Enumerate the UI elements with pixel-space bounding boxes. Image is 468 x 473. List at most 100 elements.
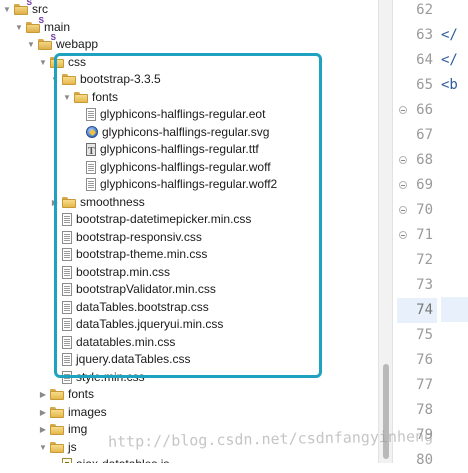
tree-item[interactable]: glyphicons-halflings-regular.eot [74, 106, 265, 123]
chevron-right-icon[interactable]: ▶ [38, 421, 48, 438]
line-number: 71 [397, 223, 437, 248]
folder-icon [50, 406, 64, 418]
tree-item[interactable]: ▼ Smain [14, 16, 70, 36]
chevron-down-icon[interactable]: ▼ [38, 54, 48, 71]
tree-item[interactable]: ▼ css [38, 54, 86, 71]
tree-item-label: ajax-datatables.js [76, 456, 169, 463]
tree-item[interactable]: style.min.css [50, 369, 145, 386]
line-number-text: 63 [416, 27, 433, 43]
folder-icon [50, 389, 64, 400]
file-icon [86, 178, 96, 191]
source-folder-icon: S [14, 0, 32, 15]
explorer-scrollbar[interactable] [378, 0, 393, 463]
line-number: 63 [397, 23, 437, 48]
source-badge-icon: S [26, 0, 32, 7]
tree-item[interactable]: jquery.dataTables.css [50, 351, 191, 368]
fold-toggle-icon[interactable] [399, 106, 407, 114]
tree-item-label: bootstrap-3.3.5 [80, 72, 161, 86]
line-number-text: 68 [416, 152, 433, 168]
tree-item-label: fonts [92, 89, 119, 104]
code-line[interactable]: </ [441, 23, 458, 48]
tree-item[interactable]: ▶ images [38, 404, 107, 421]
font-file-icon [86, 143, 96, 160]
tree-item[interactable]: dataTables.bootstrap.css [50, 299, 209, 316]
fold-toggle-icon[interactable] [399, 156, 407, 164]
tree-item[interactable]: bootstrap-responsiv.css [50, 229, 202, 246]
chevron-down-icon[interactable]: ▼ [2, 1, 12, 18]
file-icon [86, 160, 96, 174]
fold-toggle-icon[interactable] [399, 206, 407, 214]
tree-item-label: images [68, 404, 107, 419]
line-number-text: 71 [416, 227, 433, 243]
tree-item[interactable]: ▼ js [38, 439, 77, 456]
chevron-down-icon[interactable]: ▼ [38, 439, 48, 456]
tree-item[interactable]: ajax-datatables.js [50, 456, 169, 463]
tree-item[interactable]: ▶ fonts [38, 386, 94, 403]
tree-item-label: glyphicons-halflings-regular.ttf [100, 142, 259, 156]
tree-item-label: style.min.css [76, 369, 145, 384]
source-folder-icon: S [38, 34, 56, 50]
line-number: 70 [397, 198, 437, 223]
tree-item[interactable]: ▼ fonts [62, 89, 118, 106]
tree-item[interactable]: bootstrapValidator.min.css [50, 281, 216, 298]
tree-item-label: glyphicons-halflings-regular.eot [100, 107, 266, 121]
code-line[interactable]: <b [441, 73, 458, 98]
tree-item[interactable]: datatables.min.css [50, 334, 175, 351]
tree-item[interactable]: ▶ smoothness [50, 194, 145, 211]
folder-icon [74, 91, 88, 103]
fold-toggle-icon[interactable] [399, 181, 407, 189]
line-number-text: 64 [416, 52, 433, 68]
file-icon [62, 213, 72, 226]
file-icon [86, 108, 96, 121]
line-number: 69 [397, 173, 437, 198]
tree-item[interactable]: bootstrap.min.css [50, 264, 170, 281]
line-number-text: 69 [416, 177, 433, 193]
chevron-right-icon[interactable]: ▶ [38, 386, 48, 403]
tree-item-label: glyphicons-halflings-regular.woff [100, 159, 271, 174]
tree-item-label: bootstrap.min.css [76, 264, 171, 279]
tree-item[interactable]: ▼ Swebapp [26, 34, 98, 53]
chevron-down-icon[interactable]: ▼ [50, 71, 60, 88]
file-icon [62, 353, 72, 366]
tree-item-label: datatables.min.css [76, 334, 176, 349]
file-icon [62, 283, 72, 296]
code-line[interactable]: </ [441, 48, 458, 73]
chevron-right-icon[interactable]: ▶ [38, 404, 48, 421]
line-number-text: 70 [416, 202, 433, 218]
line-number: 80 [397, 448, 437, 473]
tree-item-label: css [68, 54, 86, 69]
chevron-down-icon[interactable]: ▼ [14, 19, 24, 36]
folder-icon [50, 56, 64, 68]
tree-item-label: dataTables.jqueryui.min.css [76, 317, 224, 331]
tree-item[interactable]: glyphicons-halflings-regular.svg [74, 124, 269, 141]
tree-item[interactable]: glyphicons-halflings-regular.ttf [74, 141, 259, 160]
tree-item[interactable]: ▶ img [38, 421, 87, 438]
tree-item-label: smoothness [80, 194, 145, 209]
source-folder-icon: S [26, 16, 44, 33]
tree-item[interactable]: dataTables.jqueryui.min.css [50, 316, 223, 333]
line-number: 75 [397, 323, 437, 348]
chevron-down-icon[interactable]: ▼ [26, 36, 36, 53]
chevron-right-icon[interactable]: ▶ [50, 194, 60, 211]
tree-item[interactable]: bootstrap-theme.min.css [50, 246, 207, 263]
line-number-text: 74 [416, 302, 433, 318]
tree-item[interactable]: bootstrap-datetimepicker.min.css [50, 211, 251, 228]
tree-item[interactable]: ▼ bootstrap-3.3.5 [50, 71, 161, 88]
tree-item[interactable]: glyphicons-halflings-regular.woff2 [74, 176, 277, 193]
line-number-text: 79 [416, 427, 433, 443]
tree-item[interactable]: glyphicons-halflings-regular.woff [74, 159, 271, 176]
code-editor[interactable]: 62 63 64 65 66 67 68 69 70 71 72 73 74 75 76 77 78 79 80 <… [393, 0, 468, 468]
fold-toggle-icon[interactable] [399, 231, 407, 239]
chevron-down-icon[interactable]: ▼ [62, 89, 72, 106]
explorer-scrollbar-thumb[interactable] [383, 364, 389, 459]
